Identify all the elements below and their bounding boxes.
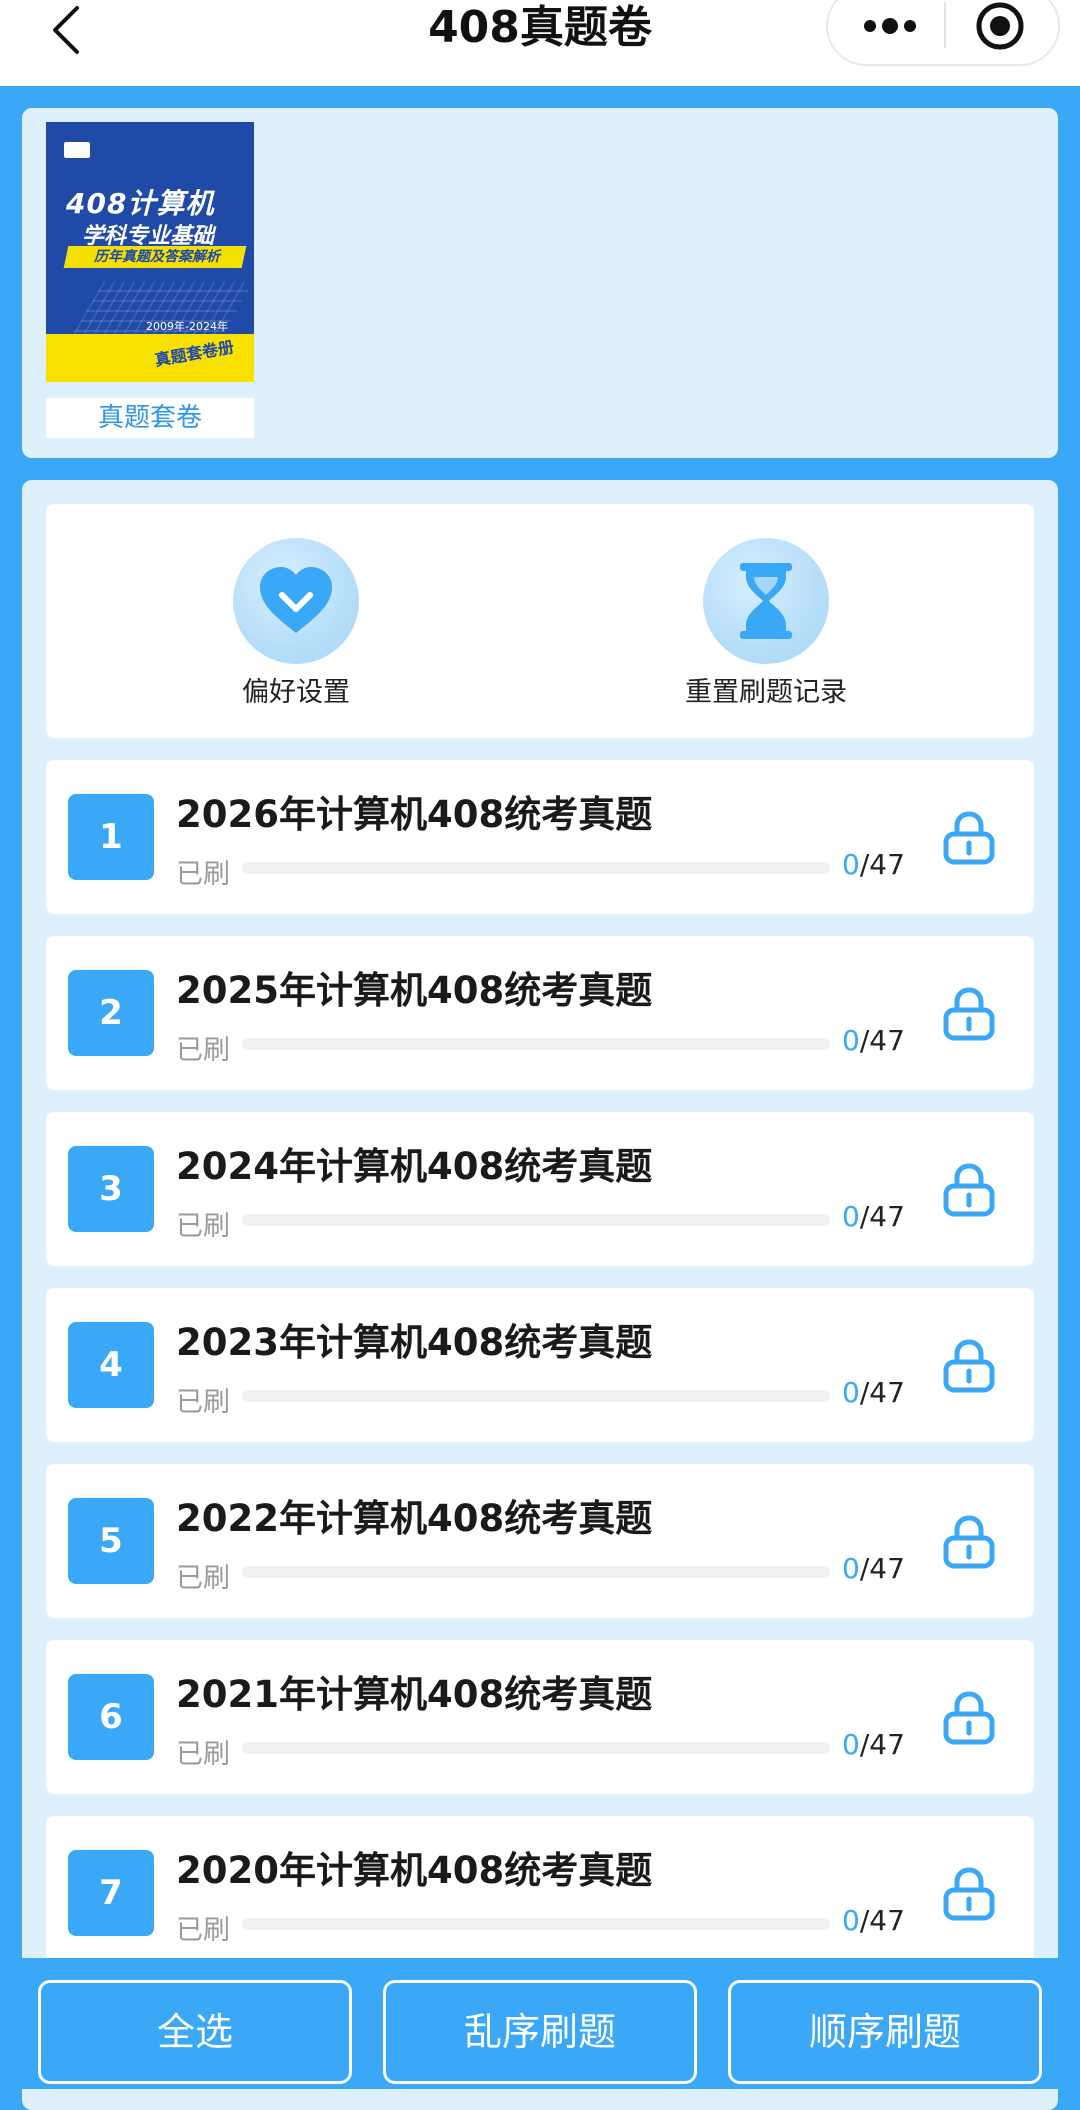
preference-settings-label: 偏好设置 bbox=[242, 677, 350, 708]
progress-bar bbox=[242, 862, 830, 874]
progress-total: /47 bbox=[859, 1024, 905, 1057]
progress-done: 0 bbox=[842, 1024, 860, 1057]
progress-done: 0 bbox=[842, 1200, 860, 1233]
target-circle-icon bbox=[976, 2, 1024, 50]
progress-bar bbox=[242, 1742, 830, 1754]
exam-item-4[interactable]: 4 2023年计算机408统考真题 已刷 0/47 bbox=[46, 1288, 1034, 1442]
lock-icon[interactable] bbox=[942, 810, 996, 866]
item-status-label: 已刷 bbox=[176, 1915, 230, 1946]
exam-item-6[interactable]: 6 2021年计算机408统考真题 已刷 0/47 bbox=[46, 1640, 1034, 1794]
progress-total: /47 bbox=[859, 1728, 905, 1761]
item-title: 2022年计算机408统考真题 bbox=[176, 1497, 653, 1540]
progress-count: 0/47 bbox=[842, 1200, 905, 1233]
cover-title-line1: 408计算机 bbox=[66, 187, 215, 220]
item-title: 2020年计算机408统考真题 bbox=[176, 1849, 653, 1892]
progress-done: 0 bbox=[842, 1728, 860, 1761]
progress-total: /47 bbox=[859, 1552, 905, 1585]
exam-item-1[interactable]: 1 2026年计算机408统考真题 已刷 0/47 bbox=[46, 760, 1034, 914]
more-button[interactable] bbox=[848, 0, 932, 56]
cover-year-range: 2009年-2024年 bbox=[146, 320, 228, 333]
publisher-logo-icon bbox=[64, 142, 90, 158]
bottom-action-bar: 全选 乱序刷题 顺序刷题 bbox=[0, 1958, 1080, 2089]
lock-icon[interactable] bbox=[942, 1514, 996, 1570]
reset-record-button[interactable]: 重置刷题记录 bbox=[646, 538, 886, 709]
progress-done: 0 bbox=[842, 1904, 860, 1937]
lock-icon[interactable] bbox=[942, 1690, 996, 1746]
progress-total: /47 bbox=[859, 1200, 905, 1233]
exam-item-3[interactable]: 3 2024年计算机408统考真题 已刷 0/47 bbox=[46, 1112, 1034, 1266]
lock-icon[interactable] bbox=[942, 1866, 996, 1922]
navigation-bar: 408真题卷 bbox=[0, 0, 1080, 86]
progress-done: 0 bbox=[842, 848, 860, 881]
book-card[interactable]: 408计算机 学科专业基础 历年真题及答案解析 2009年-2024年 真题套卷… bbox=[46, 122, 254, 438]
exam-item-2[interactable]: 2 2025年计算机408统考真题 已刷 0/47 bbox=[46, 936, 1034, 1090]
progress-bar bbox=[242, 1214, 830, 1226]
progress-total: /47 bbox=[859, 1904, 905, 1937]
item-status-label: 已刷 bbox=[176, 1035, 230, 1066]
close-mini-program-button[interactable] bbox=[958, 0, 1042, 56]
cover-banner-text: 历年真题及答案解析 bbox=[94, 249, 220, 265]
book-cover-image[interactable]: 408计算机 学科专业基础 历年真题及答案解析 2009年-2024年 真题套卷… bbox=[46, 122, 254, 382]
item-title: 2021年计算机408统考真题 bbox=[176, 1673, 653, 1716]
lock-icon[interactable] bbox=[942, 1162, 996, 1218]
progress-count: 0/47 bbox=[842, 1024, 905, 1057]
mini-program-capsule bbox=[826, 0, 1060, 66]
exam-item-7[interactable]: 7 2020年计算机408统考真题 已刷 0/47 bbox=[46, 1816, 1034, 1970]
item-status-label: 已刷 bbox=[176, 1563, 230, 1594]
item-number-badge: 2 bbox=[68, 970, 154, 1056]
more-dots-icon bbox=[864, 18, 916, 34]
item-title: 2025年计算机408统考真题 bbox=[176, 969, 653, 1012]
hourglass-icon bbox=[740, 563, 792, 639]
item-status-label: 已刷 bbox=[176, 1387, 230, 1418]
progress-done: 0 bbox=[842, 1552, 860, 1585]
capsule-divider bbox=[944, 2, 946, 48]
book-label[interactable]: 真题套卷 bbox=[46, 398, 254, 438]
progress-bar bbox=[242, 1390, 830, 1402]
item-status-label: 已刷 bbox=[176, 859, 230, 890]
progress-count: 0/47 bbox=[842, 1552, 905, 1585]
preference-settings-button[interactable]: 偏好设置 bbox=[196, 538, 396, 709]
progress-bar bbox=[242, 1566, 830, 1578]
select-all-button[interactable]: 全选 bbox=[38, 1980, 352, 2084]
reset-record-label: 重置刷题记录 bbox=[685, 677, 847, 708]
item-number-badge: 7 bbox=[68, 1850, 154, 1936]
sequential-practice-button[interactable]: 顺序刷题 bbox=[728, 1980, 1042, 2084]
progress-count: 0/47 bbox=[842, 1728, 905, 1761]
progress-done: 0 bbox=[842, 1376, 860, 1409]
item-title: 2024年计算机408统考真题 bbox=[176, 1145, 653, 1188]
action-card: 偏好设置 重置刷题记录 bbox=[46, 504, 1034, 738]
progress-count: 0/47 bbox=[842, 1904, 905, 1937]
exam-item-5[interactable]: 5 2022年计算机408统考真题 已刷 0/47 bbox=[46, 1464, 1034, 1618]
item-status-label: 已刷 bbox=[176, 1211, 230, 1242]
lock-icon[interactable] bbox=[942, 1338, 996, 1394]
item-number-badge: 6 bbox=[68, 1674, 154, 1760]
progress-total: /47 bbox=[859, 1376, 905, 1409]
item-title: 2026年计算机408统考真题 bbox=[176, 793, 653, 836]
item-number-badge: 3 bbox=[68, 1146, 154, 1232]
progress-bar bbox=[242, 1038, 830, 1050]
progress-bar bbox=[242, 1918, 830, 1930]
progress-count: 0/47 bbox=[842, 848, 905, 881]
book-panel: 408计算机 学科专业基础 历年真题及答案解析 2009年-2024年 真题套卷… bbox=[22, 108, 1058, 458]
heart-check-icon bbox=[260, 567, 332, 633]
item-number-badge: 5 bbox=[68, 1498, 154, 1584]
item-number-badge: 1 bbox=[68, 794, 154, 880]
item-status-label: 已刷 bbox=[176, 1739, 230, 1770]
item-number-badge: 4 bbox=[68, 1322, 154, 1408]
item-title: 2023年计算机408统考真题 bbox=[176, 1321, 653, 1364]
progress-count: 0/47 bbox=[842, 1376, 905, 1409]
preference-icon-circle bbox=[233, 538, 359, 664]
lock-icon[interactable] bbox=[942, 986, 996, 1042]
reset-icon-circle bbox=[703, 538, 829, 664]
progress-total: /47 bbox=[859, 848, 905, 881]
random-practice-button[interactable]: 乱序刷题 bbox=[383, 1980, 697, 2084]
